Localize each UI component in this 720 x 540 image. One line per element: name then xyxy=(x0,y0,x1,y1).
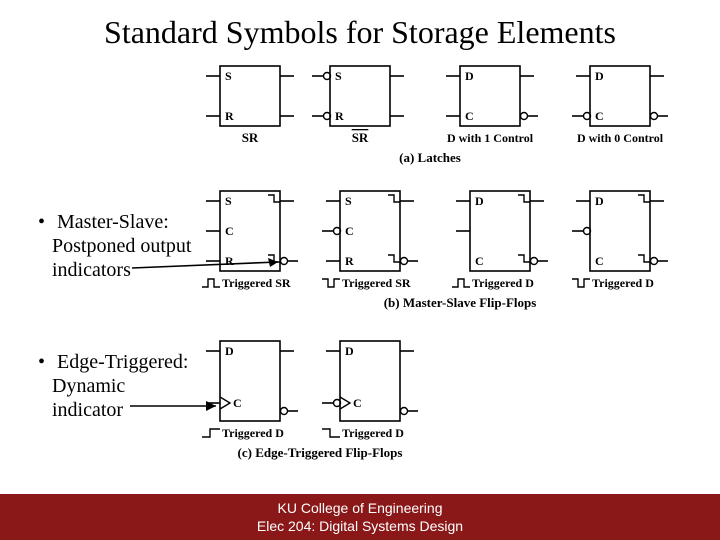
caption-d0: D with 0 Control xyxy=(577,131,664,145)
pin-s: S xyxy=(225,69,232,83)
pin-d: D xyxy=(595,194,604,208)
footer: KU College of Engineering Elec 204: Digi… xyxy=(0,494,720,540)
caption: Triggered D xyxy=(472,276,534,290)
pin-r: R xyxy=(225,109,234,123)
pin-s: S xyxy=(345,194,352,208)
pin-c: C xyxy=(353,396,362,410)
row-a-latches: S R SR S R SR D C D with 1 Cont xyxy=(200,60,720,170)
slide-title: Standard Symbols for Storage Elements xyxy=(0,14,720,51)
row-a-caption: (a) Latches xyxy=(399,150,461,165)
pin-d: D xyxy=(475,194,484,208)
bubble-icon xyxy=(401,258,408,265)
bullet-line: Dynamic xyxy=(52,375,125,397)
bullet-dot-icon: • xyxy=(38,210,52,234)
postponed-output-icon xyxy=(388,255,400,262)
postponed-output-icon xyxy=(268,195,280,202)
postponed-output-icon xyxy=(518,255,530,262)
pulse-high-icon xyxy=(202,279,220,287)
row-c-caption: (c) Edge-Triggered Flip-Flops xyxy=(238,445,403,460)
pin-c: C xyxy=(345,224,354,238)
bubble-icon xyxy=(651,258,658,265)
bullet-dot-icon: • xyxy=(38,350,52,374)
caption-d1: D with 1 Control xyxy=(447,131,534,145)
dynamic-indicator-icon xyxy=(340,397,350,409)
pin-c: C xyxy=(233,396,242,410)
postponed-output-icon xyxy=(638,255,650,262)
bullet-line: Master-Slave: xyxy=(57,211,169,233)
latch-sr: S R SR xyxy=(206,66,294,145)
pin-r: R xyxy=(335,109,344,123)
bubble-icon xyxy=(651,113,658,120)
footer-line: KU College of Engineering xyxy=(0,499,720,517)
pulse-low-icon xyxy=(572,279,590,287)
pin-c: C xyxy=(465,109,474,123)
pin-d: D xyxy=(465,69,474,83)
bullet-line: Postponed output xyxy=(52,235,191,257)
row-b-master-slave: S C R Triggered SR S C R Triggered SR xyxy=(200,185,720,315)
caption: Triggered SR xyxy=(342,276,411,290)
ff-d-ms: D C Triggered D xyxy=(452,191,548,290)
pin-c: C xyxy=(595,109,604,123)
postponed-output-icon xyxy=(518,195,530,202)
latch-d0: D C D with 0 Control xyxy=(572,66,668,145)
postponed-output-icon xyxy=(388,195,400,202)
pin-d: D xyxy=(595,69,604,83)
arrow-icon xyxy=(132,258,292,278)
ff-d-edge-neg: D C Triggered D xyxy=(322,341,418,440)
bubble-icon xyxy=(531,258,538,265)
pin-c: C xyxy=(475,254,484,268)
rising-edge-icon xyxy=(202,429,220,437)
caption-sr: SR xyxy=(242,130,259,145)
bullet-line: Edge-Triggered: xyxy=(57,351,188,373)
pin-r: R xyxy=(345,254,354,268)
ff-sr-ms-neg: S C R Triggered SR xyxy=(322,191,418,290)
falling-edge-icon xyxy=(322,429,340,437)
pin-s: S xyxy=(335,69,342,83)
bubble-icon xyxy=(521,113,528,120)
bullet-line: indicators xyxy=(52,259,131,281)
pin-d: D xyxy=(345,344,354,358)
postponed-output-icon xyxy=(638,195,650,202)
pin-c: C xyxy=(595,254,604,268)
pulse-high-icon xyxy=(452,279,470,287)
row-c-edge-triggered: D C Triggered D D C Triggered D (c) Edge… xyxy=(200,335,520,465)
bubble-icon xyxy=(281,408,288,415)
caption-sr-bar: SR xyxy=(352,130,369,145)
pin-d: D xyxy=(225,344,234,358)
bullet-line: indicator xyxy=(52,399,123,421)
caption: Triggered SR xyxy=(222,276,291,290)
arrow-icon xyxy=(130,398,230,414)
bubble-icon xyxy=(401,408,408,415)
footer-line: Elec 204: Digital Systems Design xyxy=(0,517,720,535)
caption: Triggered D xyxy=(592,276,654,290)
latch-sr-bar: S R SR xyxy=(312,66,404,145)
pulse-low-icon xyxy=(322,279,340,287)
ff-d-ms-neg: D C Triggered D xyxy=(572,191,668,290)
caption: Triggered D xyxy=(222,426,284,440)
row-b-caption: (b) Master-Slave Flip-Flops xyxy=(384,295,537,310)
pin-c: C xyxy=(225,224,234,238)
pin-s: S xyxy=(225,194,232,208)
caption: Triggered D xyxy=(342,426,404,440)
ff-d-edge-pos: D C Triggered D xyxy=(202,341,298,440)
latch-d1: D C D with 1 Control xyxy=(446,66,538,145)
